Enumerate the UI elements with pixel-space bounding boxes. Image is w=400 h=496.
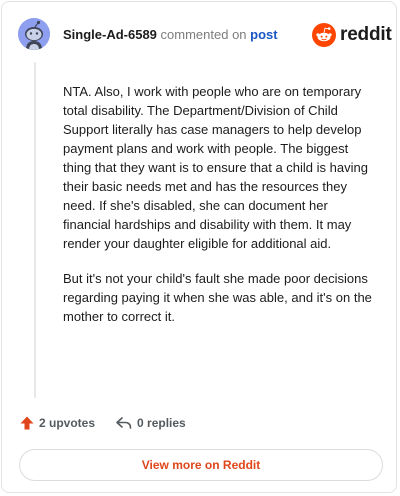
comment-paragraph: But it's not your child's fault she made…	[63, 271, 372, 324]
embed-card: Single-Ad-6589 commented on post reddit …	[1, 1, 397, 493]
upvote-count: 2 upvotes	[39, 416, 96, 430]
reply-arrow-icon	[116, 417, 132, 429]
reply-button[interactable]: 0 replies	[115, 415, 186, 431]
reddit-logo[interactable]: reddit	[312, 22, 392, 48]
comment-actions: 2 upvotes 0 replies	[19, 415, 186, 431]
comment-body: NTA. Also, I work with people who are on…	[63, 82, 375, 342]
upvote-arrow-icon	[20, 416, 34, 430]
comment-header: Single-Ad-6589 commented on post	[63, 27, 278, 43]
commented-on-text: commented on	[160, 27, 247, 42]
reply-count: 0 replies	[137, 416, 186, 430]
reddit-snoo-icon	[312, 23, 336, 47]
post-link[interactable]: post	[250, 27, 277, 42]
upvote-button[interactable]: 2 upvotes	[19, 415, 95, 431]
view-more-button[interactable]: View more on Reddit	[19, 449, 383, 481]
snoo-avatar-icon	[18, 18, 50, 50]
reddit-wordmark: reddit	[340, 24, 392, 45]
avatar[interactable]	[18, 18, 50, 50]
username-link[interactable]: Single-Ad-6589	[63, 27, 157, 42]
thread-line	[34, 62, 36, 398]
comment-paragraph: NTA. Also, I work with people who are on…	[63, 84, 368, 251]
